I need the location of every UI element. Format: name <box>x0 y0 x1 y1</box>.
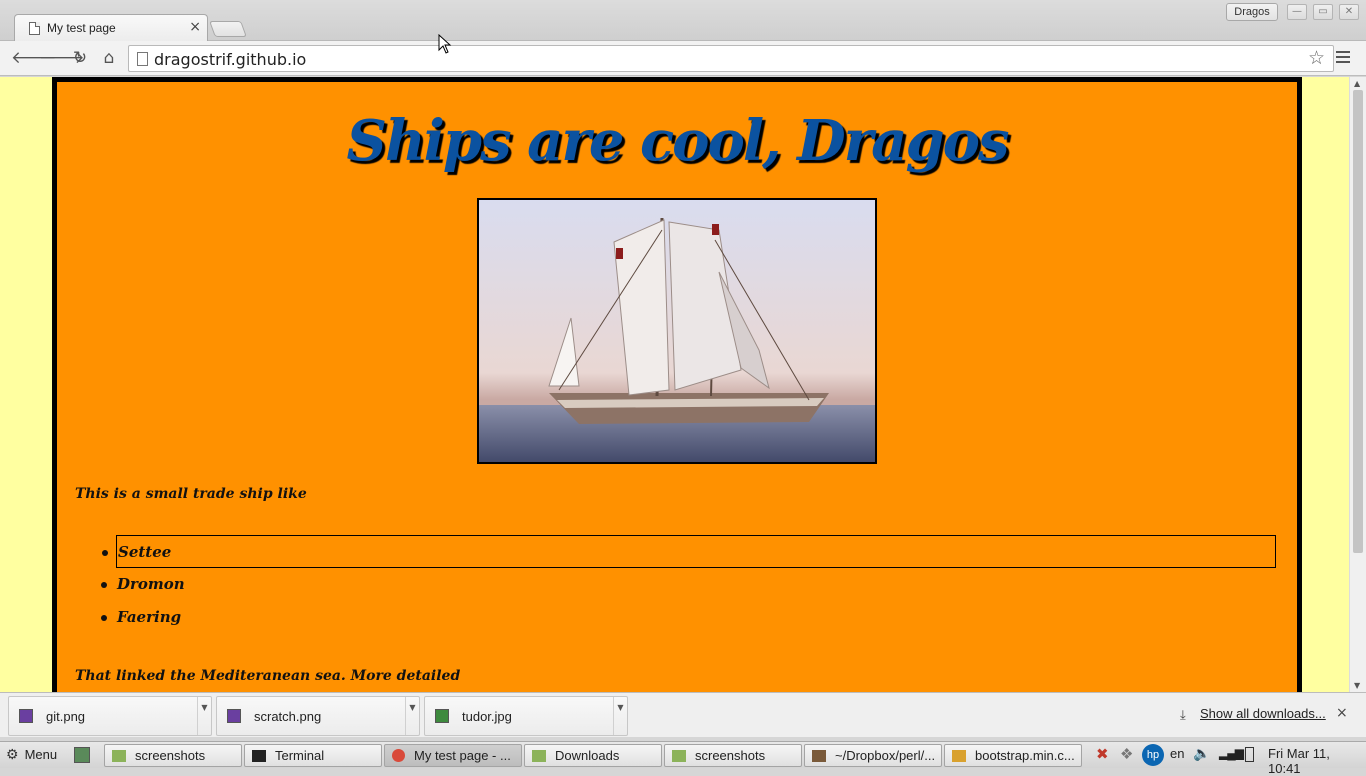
download-icon: ⤓ <box>1180 708 1186 723</box>
url-text[interactable]: dragostrif.github.io <box>154 50 306 69</box>
editor-icon <box>812 750 826 762</box>
task-downloads[interactable]: Downloads <box>524 744 662 767</box>
back-icon[interactable]: 🡐 <box>11 47 57 69</box>
keyboard-layout[interactable]: en <box>1170 746 1184 761</box>
gear-icon: ⚙ <box>6 746 19 762</box>
task-label: My test page - ... <box>414 748 511 763</box>
page-viewport: Ships are cool, Dragos This is a small t… <box>0 77 1366 692</box>
chrome-icon <box>392 749 405 762</box>
clock[interactable]: Fri Mar 11, 10:41 <box>1268 746 1366 776</box>
task-label: screenshots <box>135 748 206 763</box>
task-label: Downloads <box>555 748 620 763</box>
page-icon <box>137 52 148 66</box>
page-icon <box>29 22 40 35</box>
list-item-settee[interactable]: Settee <box>102 535 1276 568</box>
page-title: Ships are cool, Dragos <box>346 108 1010 174</box>
task-chrome[interactable]: My test page - ... <box>384 744 522 767</box>
download-shelf: git.png ▼ scratch.png ▼ tudor.jpg ▼ ⤓ Sh… <box>0 692 1366 737</box>
tab-my-test-page[interactable]: My test page × <box>14 14 208 42</box>
volume-icon[interactable]: 🔈 <box>1193 745 1210 762</box>
new-tab-button[interactable] <box>209 21 247 37</box>
vertical-scrollbar[interactable]: ▲ ▼ <box>1349 77 1366 692</box>
download-filename: tudor.jpg <box>462 709 512 724</box>
ship-image <box>477 198 877 464</box>
show-all-downloads-link[interactable]: Show all downloads... <box>1200 706 1326 721</box>
browser-toolbar: 🡐 🡒 ↻ ⌂ dragostrif.github.io ☆ <box>0 41 1366 76</box>
image-file-icon <box>19 709 33 723</box>
close-shelf-icon[interactable]: × <box>1336 705 1348 721</box>
mouse-cursor-icon <box>438 33 452 58</box>
start-menu-button[interactable]: ⚙ Menu <box>6 746 57 763</box>
chevron-down-icon[interactable]: ▼ <box>405 697 419 735</box>
image-file-icon <box>435 709 449 723</box>
task-label: Terminal <box>275 748 325 763</box>
list-item-dromon: Dromon <box>101 568 1276 601</box>
scroll-down-icon[interactable]: ▼ <box>1354 681 1360 690</box>
forward-icon[interactable]: 🡒 <box>39 47 85 69</box>
hp-icon[interactable]: hp <box>1142 744 1164 766</box>
show-desktop-icon[interactable] <box>74 747 90 763</box>
chevron-down-icon[interactable]: ▼ <box>613 697 627 735</box>
download-filename: git.png <box>46 709 86 724</box>
profile-button[interactable]: Dragos <box>1226 3 1278 21</box>
scroll-thumb[interactable] <box>1353 90 1363 553</box>
editor-icon <box>952 750 966 762</box>
task-dropbox-perl[interactable]: ~/Dropbox/perl/... <box>804 744 942 767</box>
close-window-icon[interactable]: ✕ <box>1339 4 1359 20</box>
folder-icon <box>112 750 126 762</box>
tab-close-icon[interactable]: × <box>189 19 201 35</box>
menu-label: Menu <box>24 747 58 762</box>
task-screenshots[interactable]: screenshots <box>104 744 242 767</box>
reload-icon[interactable]: ↻ <box>69 47 91 69</box>
task-terminal[interactable]: Terminal <box>244 744 382 767</box>
scroll-up-icon[interactable]: ▲ <box>1354 79 1360 88</box>
taskbar: ⚙ Menu screenshots Terminal My test page … <box>0 741 1366 776</box>
battery-icon[interactable] <box>1245 747 1254 762</box>
download-filename: scratch.png <box>254 709 322 724</box>
download-item[interactable]: scratch.png ▼ <box>216 696 420 736</box>
chevron-down-icon[interactable]: ▼ <box>197 697 211 735</box>
dropbox-icon[interactable]: ❖ <box>1120 745 1133 763</box>
chrome-menu-icon[interactable] <box>1336 51 1350 66</box>
folder-icon <box>672 750 686 762</box>
ship-list: Settee Dromon Faering <box>101 535 1276 634</box>
home-icon[interactable]: ⌂ <box>98 47 120 69</box>
image-file-icon <box>227 709 241 723</box>
task-bootstrap[interactable]: bootstrap.min.c... <box>944 744 1082 767</box>
no-network-icon[interactable]: ✖ <box>1096 745 1109 763</box>
terminal-icon <box>252 750 266 762</box>
task-label: ~/Dropbox/perl/... <box>835 748 936 763</box>
folder-icon <box>532 750 546 762</box>
bookmark-star-icon[interactable]: ☆ <box>1308 47 1325 69</box>
minimize-window-icon[interactable]: — <box>1287 4 1307 20</box>
address-bar[interactable]: dragostrif.github.io ☆ <box>128 45 1334 72</box>
task-label: bootstrap.min.c... <box>975 748 1075 763</box>
content-panel: Ships are cool, Dragos This is a small t… <box>52 77 1302 692</box>
tab-title: My test page <box>47 21 116 35</box>
task-screenshots-2[interactable]: screenshots <box>664 744 802 767</box>
outro-text: That linked the Mediteranean sea. More d… <box>75 668 461 684</box>
list-item-faering: Faering <box>101 601 1276 634</box>
task-label: screenshots <box>695 748 766 763</box>
network-signal-icon[interactable]: ▂▄▆ <box>1219 746 1244 760</box>
intro-text: This is a small trade ship like <box>75 486 307 502</box>
download-item[interactable]: git.png ▼ <box>8 696 212 736</box>
browser-titlebar: My test page × Dragos — ▭ ✕ <box>0 0 1366 42</box>
download-item[interactable]: tudor.jpg ▼ <box>424 696 628 736</box>
maximize-window-icon[interactable]: ▭ <box>1313 4 1333 20</box>
